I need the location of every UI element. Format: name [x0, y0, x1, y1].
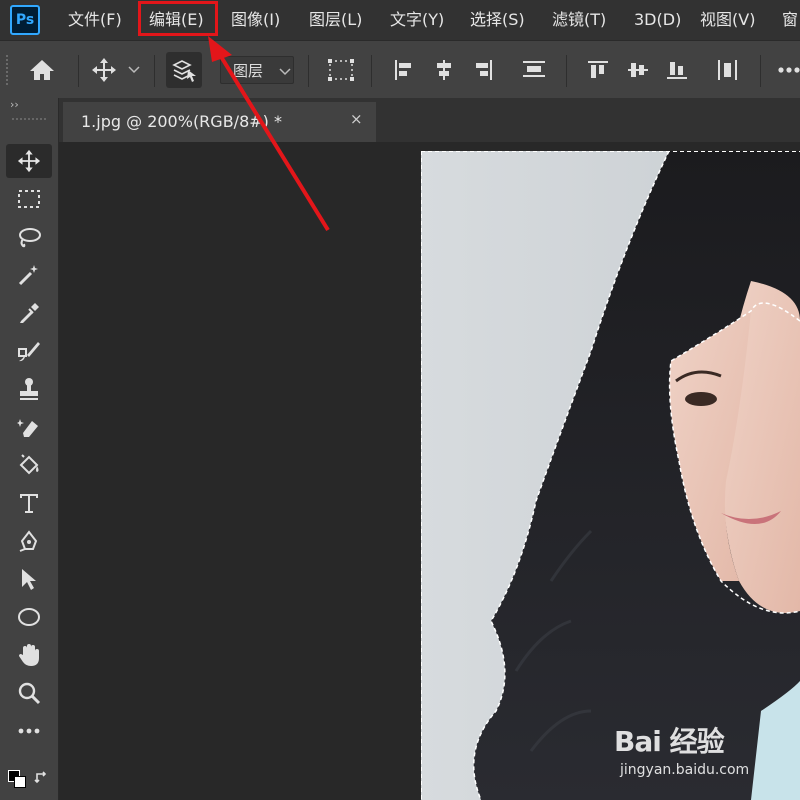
arrow-head-icon: [208, 36, 232, 62]
annotation-arrow: [208, 36, 330, 232]
annotation-arrow-line: [218, 53, 330, 232]
